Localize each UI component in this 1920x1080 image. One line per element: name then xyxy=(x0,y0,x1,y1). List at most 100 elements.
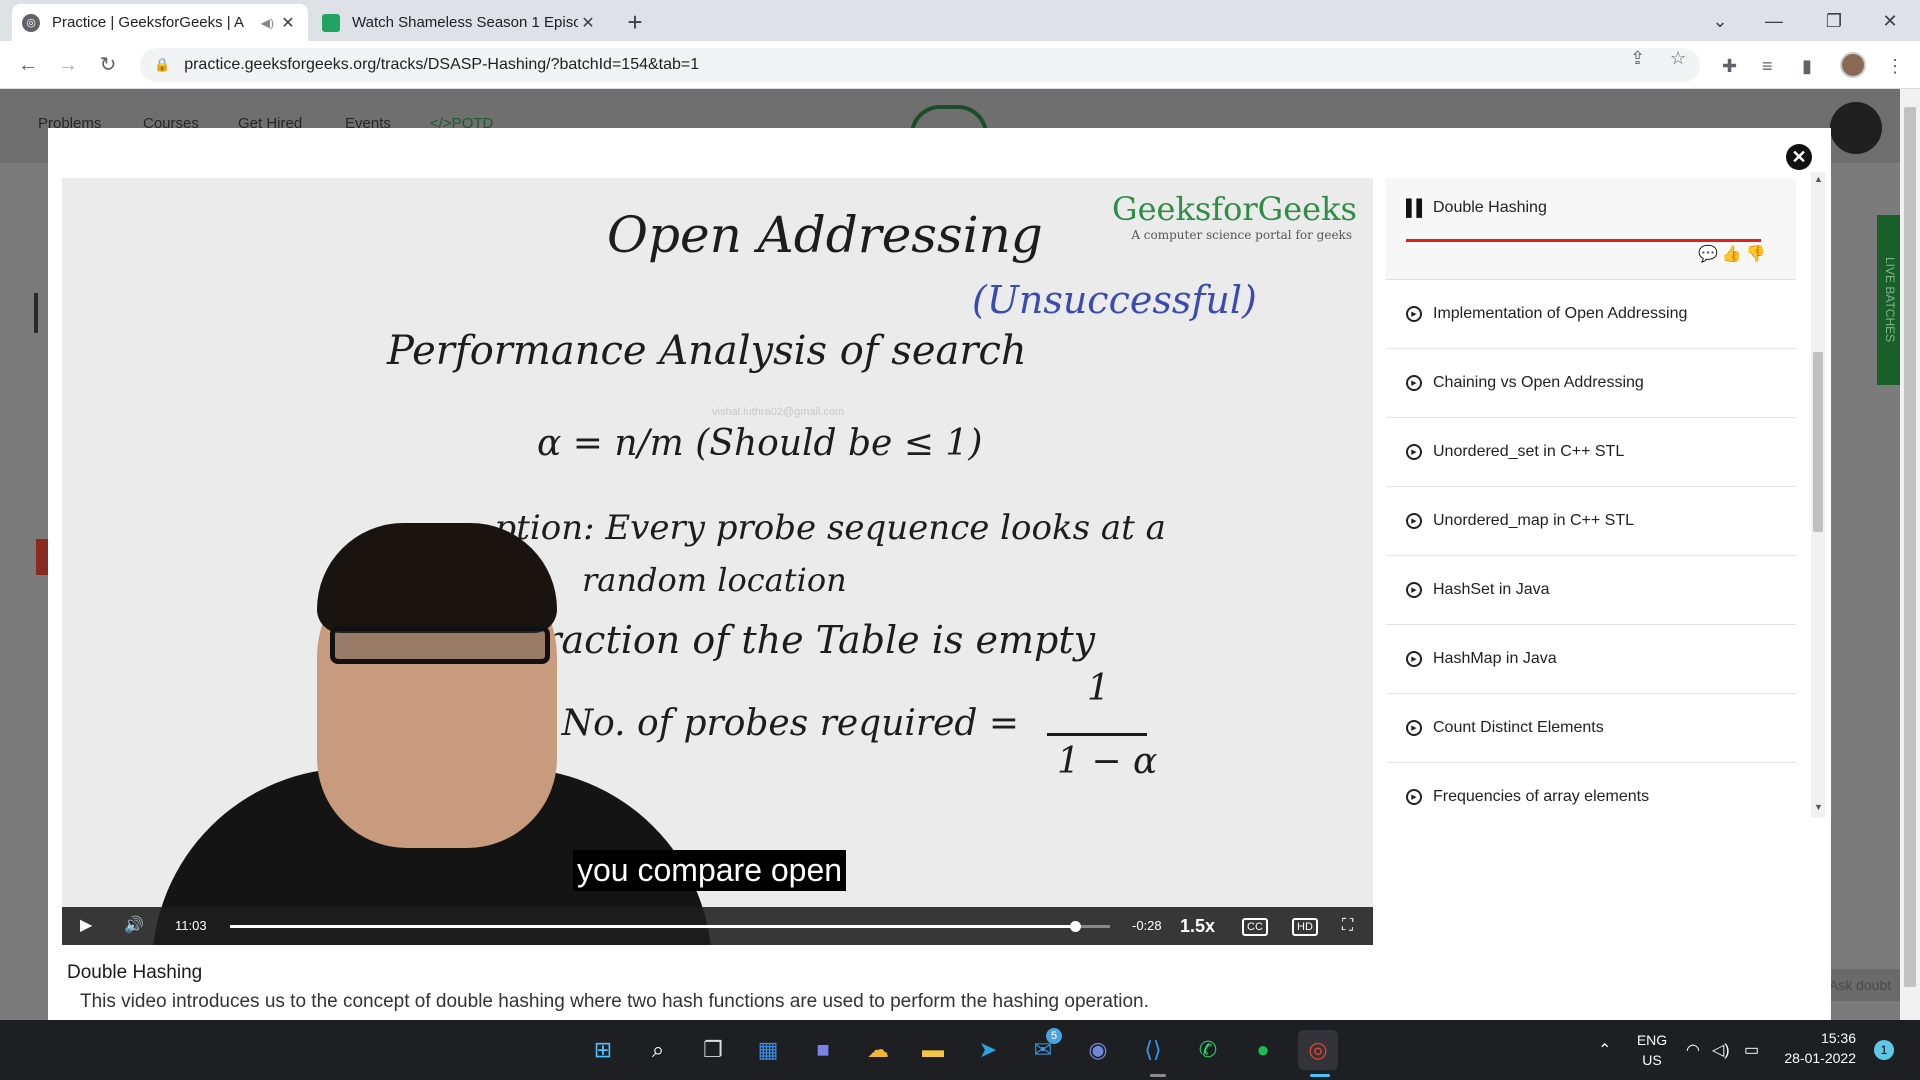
tab-title: Practice | GeeksforGeeks | A xyxy=(52,14,245,31)
playlist-item[interactable]: ▶ Unordered_map in C++ STL xyxy=(1386,487,1796,556)
playlist-item[interactable]: ▶ HashSet in Java xyxy=(1386,556,1796,625)
volume-tray-icon[interactable]: ◁) xyxy=(1712,1040,1730,1060)
chrome-icon[interactable]: ◎ xyxy=(1298,1030,1338,1070)
comment-icon[interactable]: 💬 xyxy=(1698,246,1722,263)
tab-strip: ◎ Practice | GeeksforGeeks | A ◀) ✕ Watc… xyxy=(0,0,1920,41)
progress-scrubber[interactable] xyxy=(1069,921,1081,932)
play-circle-icon: ▶ xyxy=(1406,306,1422,322)
thumbs-up-icon[interactable]: 👍 xyxy=(1722,246,1746,263)
forward-icon[interactable]: → xyxy=(52,49,84,81)
telegram-icon[interactable]: ➤ xyxy=(968,1030,1008,1070)
media-control-icon[interactable]: ≡ xyxy=(1762,56,1773,77)
page-scrollbar[interactable] xyxy=(1900,89,1920,1020)
scroll-up-icon[interactable]: ▲ xyxy=(1814,174,1823,184)
clock-time[interactable]: 15:36 xyxy=(1786,1030,1856,1046)
region-indicator[interactable]: US xyxy=(1632,1052,1672,1068)
new-tab-button[interactable]: + xyxy=(620,8,650,38)
close-window-button[interactable]: ✕ xyxy=(1870,6,1910,36)
captions-icon[interactable]: CC xyxy=(1242,918,1268,936)
remaining-time: -0:28 xyxy=(1132,918,1162,933)
file-explorer-icon[interactable]: ▬ xyxy=(913,1030,953,1070)
tab-shameless[interactable]: Watch Shameless Season 1 Episo ✕ xyxy=(312,4,608,41)
windows-start-icon[interactable]: ⊞ xyxy=(583,1030,623,1070)
playlist-item-label: Double Hashing xyxy=(1433,199,1547,216)
playlist-item[interactable]: ▶ Count Distinct Elements xyxy=(1386,694,1796,763)
back-icon[interactable]: ← xyxy=(12,49,44,81)
close-tab-icon[interactable]: ✕ xyxy=(578,13,598,33)
playlist-item-label: Unordered_map in C++ STL xyxy=(1433,512,1634,529)
language-indicator[interactable]: ENG xyxy=(1632,1032,1672,1048)
volume-icon[interactable]: 🔊 xyxy=(124,915,144,937)
extensions-icon[interactable]: ✚ xyxy=(1722,56,1737,77)
maximize-button[interactable]: ❐ xyxy=(1814,6,1854,36)
close-tab-icon[interactable]: ✕ xyxy=(278,13,298,33)
playlist-item[interactable]: ▶ Chaining vs Open Addressing xyxy=(1386,349,1796,418)
playlist-item-active[interactable]: ▌▌ Double Hashing 💬👍👎 xyxy=(1386,178,1796,280)
spotify-icon[interactable]: ● xyxy=(1243,1030,1283,1070)
playlist-item-label: Chaining vs Open Addressing xyxy=(1433,374,1644,391)
reload-icon[interactable]: ↻ xyxy=(92,49,124,81)
scroll-down-icon[interactable]: ▼ xyxy=(1814,802,1823,812)
wb-heading: Performance Analysis of search xyxy=(387,328,1027,374)
playlist-scrollbar-thumb[interactable] xyxy=(1813,352,1823,532)
running-indicator xyxy=(1310,1074,1330,1077)
playback-speed-button[interactable]: 1.5x xyxy=(1180,915,1215,937)
running-indicator xyxy=(1150,1074,1166,1077)
play-circle-icon: ▶ xyxy=(1406,651,1422,667)
play-circle-icon: ▶ xyxy=(1406,789,1422,805)
tab-practice[interactable]: ◎ Practice | GeeksforGeeks | A ◀) ✕ xyxy=(12,4,308,41)
wb-formula-denominator: 1 − α xyxy=(1057,741,1158,782)
live-batches-tab[interactable]: LIVE BATCHES xyxy=(1877,215,1900,385)
notification-badge[interactable]: 1 xyxy=(1874,1040,1894,1060)
tab-search-icon[interactable]: ⌄ xyxy=(1700,6,1740,36)
progress-fill xyxy=(230,925,1075,928)
user-avatar[interactable] xyxy=(1830,102,1882,154)
playlist-item-label: Count Distinct Elements xyxy=(1433,719,1604,736)
playlist-item[interactable]: ▶ Frequencies of array elements xyxy=(1386,763,1796,818)
vscode-icon[interactable]: ⟨⟩ xyxy=(1133,1030,1173,1070)
profile-avatar[interactable] xyxy=(1840,52,1866,78)
thumbs-down-icon[interactable]: 👎 xyxy=(1746,246,1770,263)
menu-icon[interactable]: ⋮ xyxy=(1886,56,1904,77)
hd-icon[interactable]: HD xyxy=(1292,918,1318,936)
battery-icon[interactable]: ▭ xyxy=(1744,1040,1759,1060)
lock-icon: 🔒 xyxy=(154,57,171,72)
wifi-icon[interactable]: ◠ xyxy=(1686,1040,1700,1060)
clock-date[interactable]: 28-01-2022 xyxy=(1776,1050,1856,1066)
presenter-glasses xyxy=(330,626,550,664)
video-description: This video introduces us to the concept … xyxy=(80,991,1149,1012)
address-bar[interactable]: 🔒 practice.geeksforgeeks.org/tracks/DSAS… xyxy=(140,48,1700,82)
search-icon[interactable]: ⌕ xyxy=(638,1030,678,1070)
weather-icon[interactable]: ☁ xyxy=(858,1030,898,1070)
current-time: 11:03 xyxy=(175,918,207,933)
playlist-item[interactable]: ▶ HashMap in Java xyxy=(1386,625,1796,694)
play-circle-icon: ▶ xyxy=(1406,513,1422,529)
playlist-item-label: Unordered_set in C++ STL xyxy=(1433,443,1625,460)
teams-chat-icon[interactable]: ■ xyxy=(803,1030,843,1070)
task-view-icon[interactable]: ❐ xyxy=(693,1030,733,1070)
side-panel-icon[interactable]: ▮ xyxy=(1802,56,1812,77)
whatsapp-icon[interactable]: ✆ xyxy=(1188,1030,1228,1070)
playlist-item[interactable]: ▶ Unordered_set in C++ STL xyxy=(1386,418,1796,487)
chevron-up-icon[interactable]: ⌃ xyxy=(1598,1040,1611,1060)
address-url: practice.geeksforgeeks.org/tracks/DSASP-… xyxy=(184,56,700,73)
page-scrollbar-thumb[interactable] xyxy=(1904,107,1916,987)
video-subtitle: you compare open xyxy=(573,850,847,891)
reaction-icons: 💬👍👎 xyxy=(1698,244,1770,264)
video-player[interactable]: Open Addressing Performance Analysis of … xyxy=(62,178,1373,945)
audio-icon[interactable]: ◀) xyxy=(261,16,274,30)
bookmark-star-icon[interactable]: ☆ xyxy=(1670,48,1686,69)
discord-icon[interactable]: ◉ xyxy=(1078,1030,1118,1070)
presenter-hair xyxy=(317,523,557,633)
ask-doubt-button[interactable]: Ask doubt xyxy=(1820,969,1900,1001)
widgets-icon[interactable]: ▦ xyxy=(748,1030,788,1070)
fullscreen-icon[interactable]: ⛶ xyxy=(1342,915,1353,937)
close-modal-button[interactable]: ✕ xyxy=(1786,144,1812,170)
playlist-item[interactable]: ▶ Implementation of Open Addressing xyxy=(1386,280,1796,349)
playlist-scrollbar[interactable]: ▲ ▼ xyxy=(1811,172,1825,818)
minimize-button[interactable]: — xyxy=(1754,6,1794,36)
progress-bar[interactable] xyxy=(230,921,1110,932)
watch-progress xyxy=(1406,239,1761,242)
share-icon[interactable]: ⇪ xyxy=(1630,48,1645,69)
play-icon[interactable]: ▶ xyxy=(80,915,92,937)
